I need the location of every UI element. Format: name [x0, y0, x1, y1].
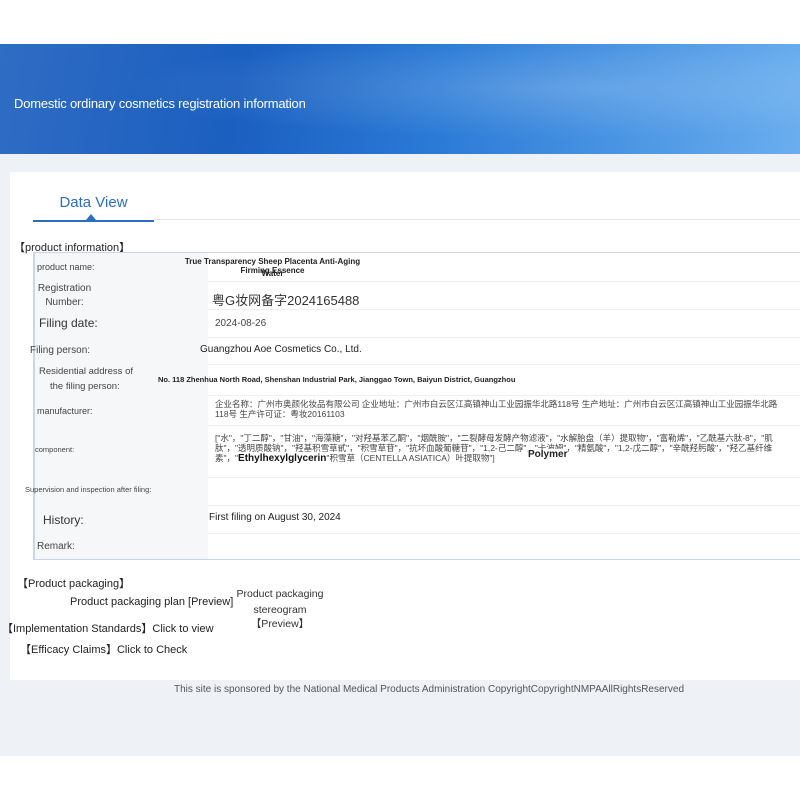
residential-address-label-line1: Residential address of: [39, 366, 133, 377]
efficacy-claims-label: 【Efficacy Claims】: [20, 644, 117, 656]
component-label: component:: [35, 445, 75, 454]
table-row-component: component: ["水"，"丁二醇"，"甘油"，"海藻糖"，"对羟基苯乙酮…: [35, 425, 800, 478]
table-row-remark: Remark:: [35, 533, 800, 559]
product-name-value-line2: Water: [261, 269, 284, 278]
active-tab-indicator: [86, 214, 96, 220]
implementation-standards-label: 【Implementation Standards】: [2, 623, 153, 635]
efficacy-claims-check-link[interactable]: Click to Check: [117, 644, 187, 656]
history-label: History:: [43, 513, 84, 527]
table-row-registration-number: Registration Number: 粤G妆网备字2024165488: [35, 281, 800, 310]
residential-address-label-line2: the filing person:: [50, 381, 120, 392]
residential-address-value: No. 118 Zhenhua North Road, Shenshan Ind…: [158, 375, 516, 384]
packaging-stereogram-preview-link[interactable]: stereogram【Preview】: [234, 604, 326, 631]
filing-date-value: 2024-08-26: [215, 318, 267, 329]
implementation-standards-row: 【Implementation Standards】Click to view: [2, 620, 214, 636]
table-row-product-name: product name: True Transparency Sheep Pl…: [35, 253, 800, 282]
implementation-standards-view-link[interactable]: Click to view: [152, 623, 213, 635]
history-value: First filing on August 30, 2024: [209, 512, 341, 523]
manufacturer-value: 企业名称：广州市奥颜化妆品有限公司 企业地址：广州市白云区江高镇神山工业园振华北…: [215, 399, 778, 419]
registration-number-value: 粤G妆网备字2024165488: [212, 293, 360, 308]
packaging-plan-preview-link[interactable]: Product packaging plan [Preview]: [70, 596, 233, 608]
tab-divider: [154, 219, 800, 220]
table-row-supervision: Supervision and inspection after filing:: [25, 477, 800, 506]
component-overlay-text: Polymer: [528, 449, 568, 460]
filing-person-value: Guangzhou Aoe Cosmetics Co., Ltd.: [200, 344, 362, 355]
table-row-manufacturer: manufacturer: 企业名称：广州市奥颜化妆品有限公司 企业地址：广州市…: [35, 395, 800, 426]
registration-number-label-line2: Number:: [45, 297, 84, 308]
supervision-label: Supervision and inspection after filing:: [25, 485, 152, 494]
section-title-product-packaging: 【Product packaging】: [17, 578, 131, 590]
packaging-stereogram-label-line1: Product packaging: [236, 588, 324, 600]
registration-number-label-line1: Registration: [37, 283, 92, 294]
component-highlight: Ethylhexylglycerin: [238, 453, 327, 464]
page-title: Domestic ordinary cosmetics registration…: [14, 96, 306, 111]
product-name-label: product name:: [37, 262, 95, 272]
table-row-filing-date: Filing date: 2024-08-26: [35, 309, 800, 338]
remark-label: Remark:: [37, 541, 75, 552]
efficacy-claims-row: 【Efficacy Claims】Click to Check: [20, 641, 187, 657]
manufacturer-label: manufacturer:: [37, 406, 93, 416]
filing-date-label: Filing date:: [39, 316, 98, 330]
product-info-table: product name: True Transparency Sheep Pl…: [25, 252, 800, 560]
table-row-filing-person: Filing person: Guangzhou Aoe Cosmetics C…: [30, 337, 800, 365]
component-value-part2: "积雪草（CENTELLA ASIATICA）叶提取物"]: [326, 453, 495, 463]
component-value: ["水"，"丁二醇"，"甘油"，"海藻糖"，"对羟基苯乙酮"，"烟酰胺"，"二裂…: [215, 433, 790, 475]
table-row-history: History: First filing on August 30, 2024: [35, 505, 800, 534]
table-row-residential-address: Residential address of the filing person…: [35, 364, 800, 396]
filing-person-label: Filing person:: [30, 345, 91, 356]
footer-copyright: This site is sponsored by the National M…: [173, 684, 685, 695]
